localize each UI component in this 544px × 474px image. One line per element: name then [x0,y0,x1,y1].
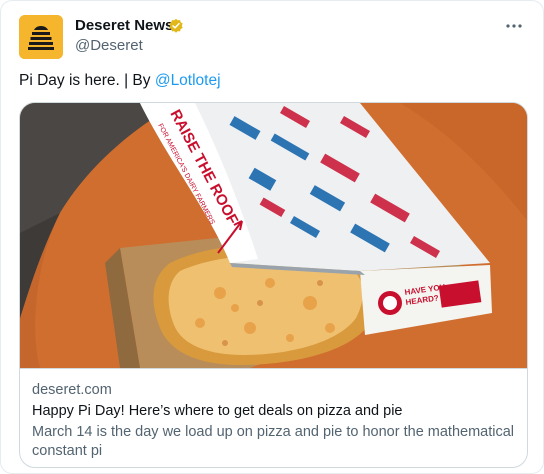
verified-badge-icon [169,18,183,33]
link-card[interactable]: HAVE YOU HEARD? RAISE THE ROOF FOR AMERI… [19,102,528,468]
link-card-title: Happy Pi Day! Here’s where to get deals … [32,403,403,419]
author-name[interactable]: Deseret News [75,17,173,35]
link-card-domain: deseret.com [32,382,112,398]
pizza-box-image: HAVE YOU HEARD? RAISE THE ROOF FOR AMERI… [20,103,527,368]
more-options-button[interactable] [503,15,525,37]
link-card-description: March 14 is the day we load up on pizza … [32,424,515,459]
tweet-card: Deseret News @Deseret Pi Day is here. | … [0,0,544,474]
link-card-meta: deseret.com Happy Pi Day! Here’s where t… [20,368,527,467]
more-horizontal-icon [506,24,522,28]
author-handle[interactable]: @Deseret [75,37,143,55]
avatar[interactable] [19,15,63,59]
tweet-text-prefix: Pi Day is here. | By [19,72,155,89]
beehive-logo-icon [19,15,63,59]
tweet-text: Pi Day is here. | By @Lotlotej [19,71,221,91]
mention-link[interactable]: @Lotlotej [155,72,221,89]
